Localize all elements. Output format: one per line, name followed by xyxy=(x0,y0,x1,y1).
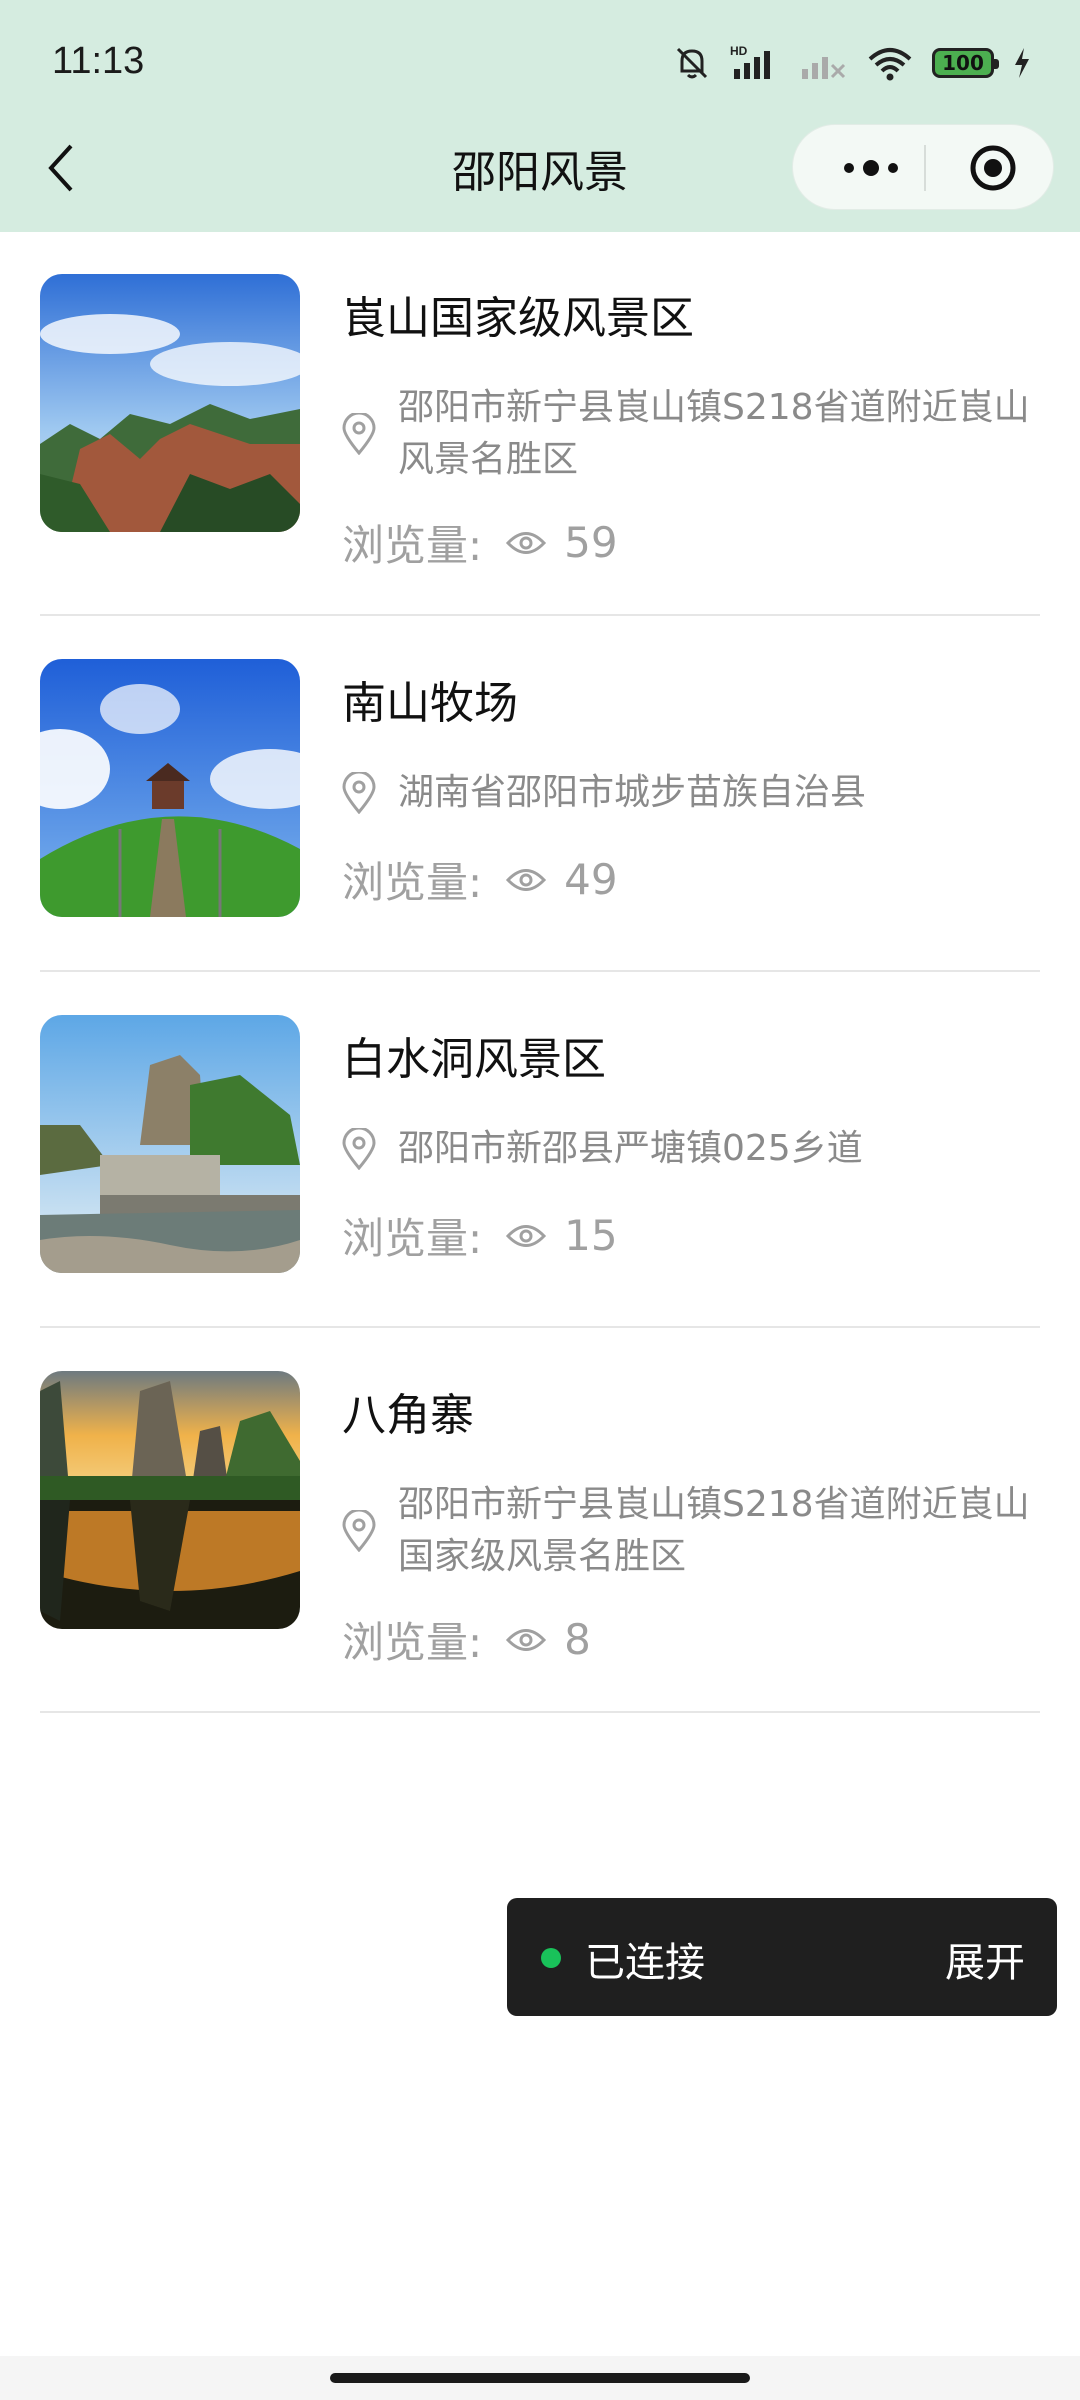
divider xyxy=(40,1711,1040,1713)
address-text: 湖南省邵阳市城步苗族自治县 xyxy=(398,772,867,813)
view-count: 浏览量: 49 xyxy=(342,849,618,910)
target-icon xyxy=(970,145,1016,191)
scenic-title: 崀山国家级风景区 xyxy=(342,293,694,344)
status-icons: HD 100 xyxy=(672,38,1032,88)
view-count: 浏览量: 8 xyxy=(342,1609,591,1670)
scenic-title: 八角寨 xyxy=(342,1390,474,1441)
connection-status: 已连接 xyxy=(585,1940,705,1986)
more-button[interactable] xyxy=(821,125,921,211)
list-item[interactable]: 白水洞风景区 邵阳市新邵县严塘镇025乡道 浏览量: 15 xyxy=(40,973,1040,1329)
battery-icon: 100 xyxy=(932,48,999,78)
bell-off-icon xyxy=(672,43,712,83)
status-time: 11:13 xyxy=(52,40,145,82)
divider xyxy=(40,1326,1040,1328)
views-number: 59 xyxy=(564,518,618,567)
expand-button[interactable]: 展开 xyxy=(945,1930,1025,1988)
top-header: 11:13 HD 100 邵阳风景 xyxy=(0,0,1080,232)
views-label: 浏览量: xyxy=(342,1214,483,1263)
address-text: 邵阳市新宁县崀山镇S218省道附近崀山国家级风景名胜区 xyxy=(398,1484,1030,1577)
list-item[interactable]: 八角寨 邵阳市新宁县崀山镇S218省道附近崀山国家级风景名胜区 浏览量: 8 xyxy=(40,1329,1040,1714)
view-count: 浏览量: 59 xyxy=(342,512,618,573)
scenic-address: 湖南省邵阳市城步苗族自治县 xyxy=(342,767,1042,819)
no-signal-icon xyxy=(800,43,848,83)
more-dots-icon xyxy=(844,160,898,176)
list-item[interactable]: 崀山国家级风景区 邵阳市新宁县崀山镇S218省道附近崀山风景名胜区 浏览量: 5… xyxy=(40,232,1040,617)
view-count: 浏览量: 15 xyxy=(342,1205,618,1266)
scenic-thumbnail xyxy=(40,274,300,532)
network-label: HD xyxy=(730,44,748,58)
charging-icon xyxy=(1012,46,1032,80)
location-pin-icon xyxy=(342,1123,382,1175)
capsule-divider xyxy=(924,145,926,191)
views-number: 8 xyxy=(564,1615,591,1664)
divider xyxy=(40,614,1040,616)
scenic-title: 南山牧场 xyxy=(342,678,518,729)
eye-icon xyxy=(506,867,547,893)
views-label: 浏览量: xyxy=(342,858,483,907)
scenic-thumbnail xyxy=(40,1371,300,1629)
eye-icon xyxy=(506,530,547,556)
close-miniprogram-button[interactable] xyxy=(943,125,1043,211)
divider xyxy=(40,970,1040,972)
location-pin-icon xyxy=(342,1479,382,1583)
wifi-icon xyxy=(866,43,914,83)
eye-icon xyxy=(506,1223,547,1249)
location-pin-icon xyxy=(342,382,382,486)
scenic-address: 邵阳市新宁县崀山镇S218省道附近崀山国家级风景名胜区 xyxy=(342,1479,1042,1583)
views-number: 49 xyxy=(564,855,618,904)
views-number: 15 xyxy=(564,1211,618,1260)
address-text: 邵阳市新宁县崀山镇S218省道附近崀山风景名胜区 xyxy=(398,387,1030,480)
scenic-thumbnail xyxy=(40,659,300,917)
views-label: 浏览量: xyxy=(342,1618,483,1667)
battery-level: 100 xyxy=(942,51,984,75)
list-item[interactable]: 南山牧场 湖南省邵阳市城步苗族自治县 浏览量: 49 xyxy=(40,617,1040,973)
scenic-address: 邵阳市新宁县崀山镇S218省道附近崀山风景名胜区 xyxy=(342,382,1042,486)
signal-icon: HD xyxy=(730,43,782,83)
scenic-thumbnail xyxy=(40,1015,300,1273)
home-indicator[interactable] xyxy=(330,2373,750,2383)
scenic-address: 邵阳市新邵县严塘镇025乡道 xyxy=(342,1123,1042,1175)
scenic-title: 白水洞风景区 xyxy=(342,1034,606,1085)
eye-icon xyxy=(506,1627,547,1653)
views-label: 浏览量: xyxy=(342,521,483,570)
address-text: 邵阳市新邵县严塘镇025乡道 xyxy=(398,1128,863,1169)
connected-status-dot xyxy=(541,1948,561,1968)
connection-toast[interactable]: 已连接 展开 xyxy=(507,1898,1057,2016)
mini-program-capsule xyxy=(792,124,1054,210)
location-pin-icon xyxy=(342,767,382,819)
